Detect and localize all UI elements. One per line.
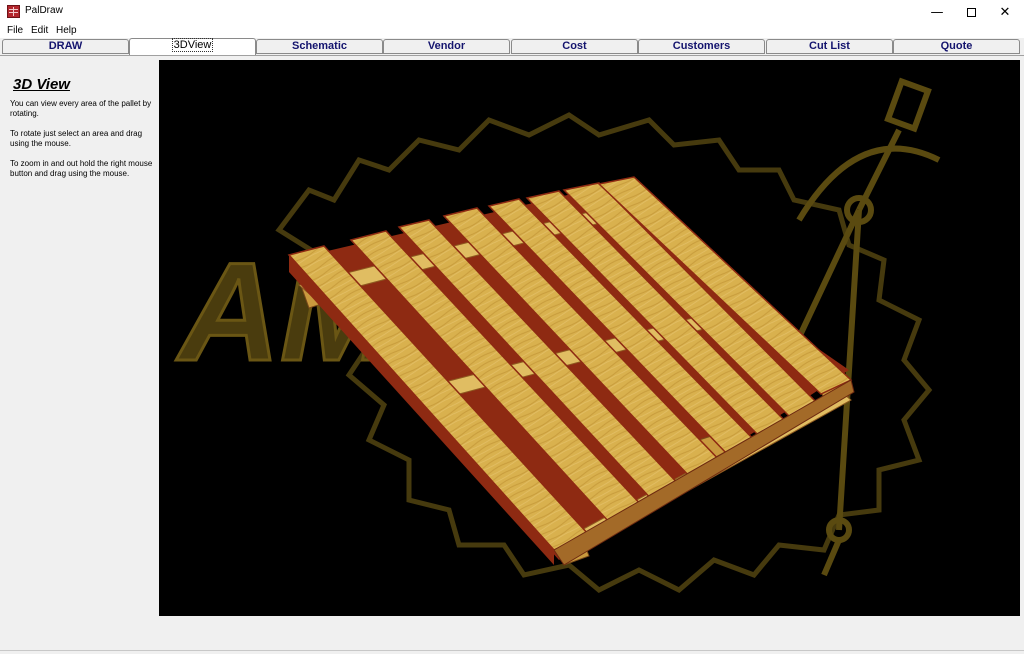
- help-sidebar: 3D View You can view every area of the p…: [0, 56, 158, 653]
- window-title: PalDraw: [25, 5, 63, 16]
- tab-3dview[interactable]: 3DView: [129, 38, 256, 55]
- tab-cut-list[interactable]: Cut List: [766, 39, 893, 54]
- tab-vendor[interactable]: Vendor: [383, 39, 510, 54]
- help-text-rotate: To rotate just select an area and drag u…: [10, 129, 143, 148]
- app-icon: [7, 5, 20, 18]
- tab-content: 3D View You can view every area of the p…: [0, 55, 1024, 652]
- close-button[interactable]: ✕: [988, 0, 1022, 24]
- tab-draw[interactable]: DRAW: [2, 39, 129, 54]
- help-text-rotate-intro: You can view every area of the pallet by…: [10, 99, 152, 118]
- title-bar: PalDraw — ✕: [0, 0, 1024, 24]
- maximize-button[interactable]: [954, 0, 988, 24]
- close-icon: ✕: [999, 4, 1011, 20]
- menu-edit[interactable]: Edit: [31, 25, 48, 36]
- tab-strip: DRAW 3DView Schematic Vendor Cost Custom…: [0, 38, 1024, 55]
- window-bottom-border: [0, 650, 1024, 651]
- sidebar-title: 3D View: [13, 76, 70, 93]
- minimize-button[interactable]: —: [920, 0, 954, 24]
- 3d-viewport[interactable]: AMS: [159, 60, 1020, 616]
- tab-cost[interactable]: Cost: [511, 39, 638, 54]
- 3d-scene[interactable]: AMS: [159, 60, 1020, 616]
- tab-customers[interactable]: Customers: [638, 39, 765, 54]
- minimize-icon: —: [930, 4, 944, 20]
- menu-file[interactable]: File: [7, 25, 23, 36]
- maximize-icon: [966, 7, 976, 17]
- tab-schematic[interactable]: Schematic: [256, 39, 383, 54]
- menu-help[interactable]: Help: [56, 25, 77, 36]
- tab-quote[interactable]: Quote: [893, 39, 1020, 54]
- help-text-zoom: To zoom in and out hold the right mouse …: [10, 159, 153, 178]
- menu-bar: File Edit Help: [0, 24, 1024, 38]
